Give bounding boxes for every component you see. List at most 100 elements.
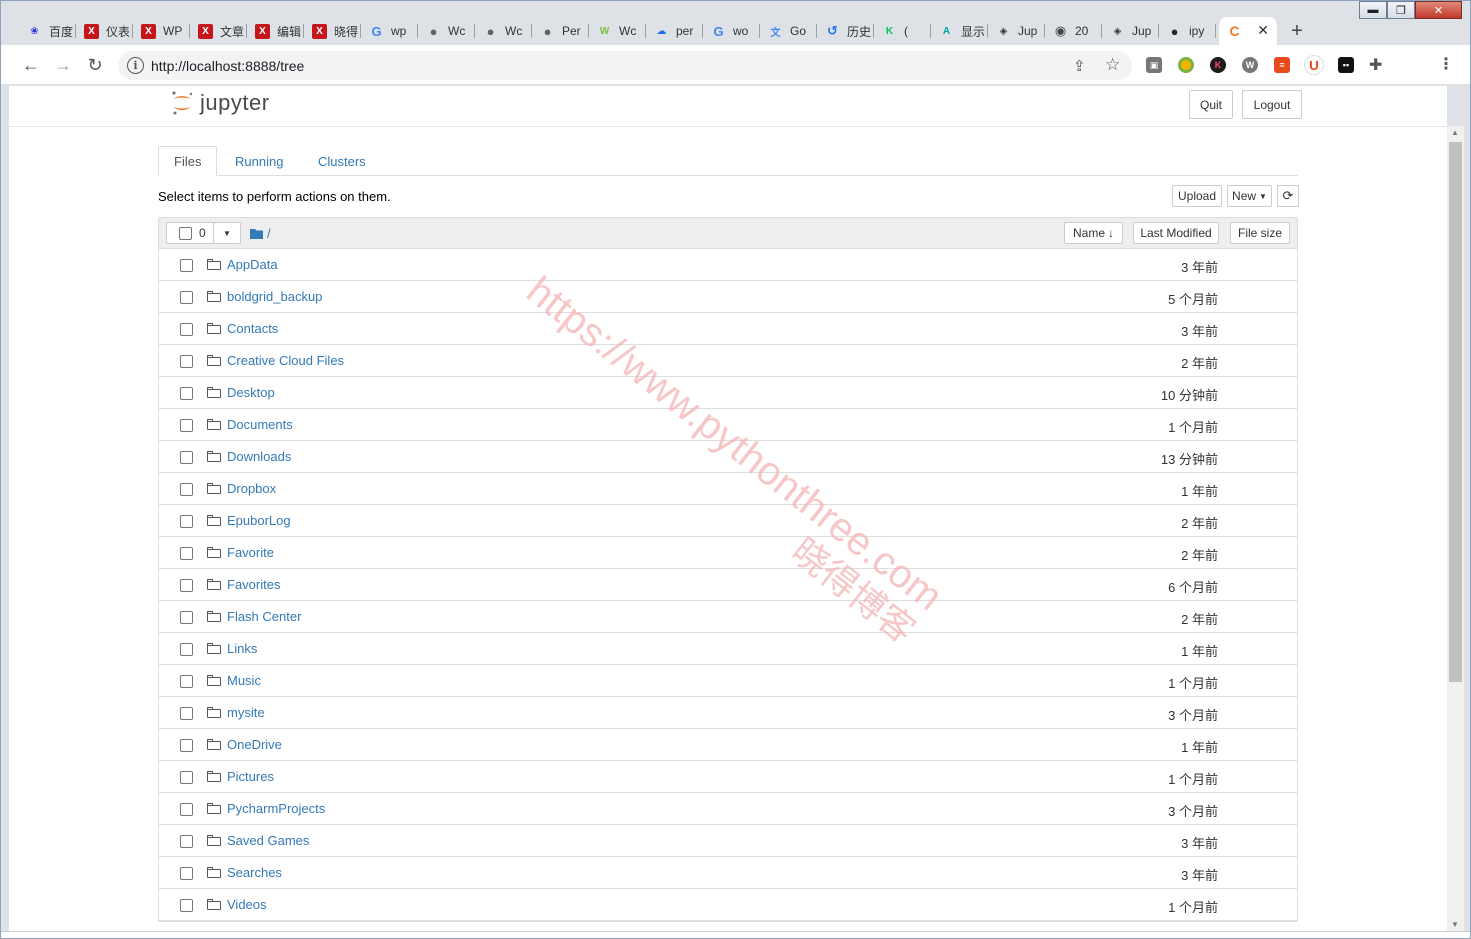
file-row[interactable]: Saved Games 3 年前 <box>159 825 1297 857</box>
file-name-link[interactable]: Links <box>227 641 257 656</box>
row-checkbox[interactable] <box>180 355 193 368</box>
close-tab-icon[interactable]: ✕ <box>1257 22 1269 39</box>
file-name-link[interactable]: Documents <box>227 417 293 432</box>
file-name-link[interactable]: Videos <box>227 897 267 912</box>
browser-tab[interactable]: X 文章 <box>190 17 247 45</box>
u-extension-icon[interactable]: U <box>1304 55 1324 75</box>
row-checkbox[interactable] <box>180 643 193 656</box>
row-checkbox[interactable] <box>180 259 193 272</box>
file-row[interactable]: Music 1 个月前 <box>159 665 1297 697</box>
maximize-button[interactable]: ❐ <box>1387 1 1415 19</box>
browser-tab[interactable]: X 编辑 <box>247 17 304 45</box>
browser-tab[interactable]: ↺ 历史 <box>817 17 874 45</box>
file-name-link[interactable]: Creative Cloud Files <box>227 353 344 368</box>
file-name-link[interactable]: OneDrive <box>227 737 282 752</box>
file-row[interactable]: AppData 3 年前 <box>159 249 1297 281</box>
row-checkbox[interactable] <box>180 291 193 304</box>
site-info-icon[interactable]: i <box>127 57 144 74</box>
wordpress-extension-icon[interactable]: W <box>1242 57 1258 73</box>
file-name-link[interactable]: Favorites <box>227 577 280 592</box>
tab-clusters[interactable]: Clusters <box>303 146 381 176</box>
sort-file-size-button[interactable]: File size <box>1230 222 1290 244</box>
row-checkbox[interactable] <box>180 387 193 400</box>
row-checkbox[interactable] <box>180 899 193 912</box>
file-row[interactable]: Searches 3 年前 <box>159 857 1297 889</box>
file-name-link[interactable]: Contacts <box>227 321 278 336</box>
browser-tab[interactable]: W Wc <box>589 17 646 45</box>
camera-extension-icon[interactable]: ▣ <box>1146 57 1162 73</box>
sort-last-modified-button[interactable]: Last Modified <box>1133 222 1219 244</box>
file-row[interactable]: Desktop 10 分钟前 <box>159 377 1297 409</box>
file-name-link[interactable]: AppData <box>227 257 278 272</box>
file-name-link[interactable]: PycharmProjects <box>227 801 325 816</box>
file-row[interactable]: OneDrive 1 年前 <box>159 729 1297 761</box>
browser-tab[interactable]: ● Wc <box>418 17 475 45</box>
breadcrumb[interactable]: / <box>250 226 271 241</box>
file-row[interactable]: Favorite 2 年前 <box>159 537 1297 569</box>
browser-tab[interactable]: C ✕ <box>1219 17 1277 45</box>
file-row[interactable]: Contacts 3 年前 <box>159 313 1297 345</box>
reload-icon[interactable]: ↻ <box>81 51 109 79</box>
logout-button[interactable]: Logout <box>1242 90 1302 119</box>
close-window-button[interactable]: ✕ <box>1415 1 1462 19</box>
browser-menu-icon[interactable]: ⋮ <box>1438 54 1454 74</box>
file-row[interactable]: Pictures 1 个月前 <box>159 761 1297 793</box>
new-dropdown-button[interactable]: New ▼ <box>1227 185 1272 207</box>
file-row[interactable]: boldgrid_backup 5 个月前 <box>159 281 1297 313</box>
file-name-link[interactable]: Favorite <box>227 545 274 560</box>
select-all-checkbox[interactable] <box>179 226 192 240</box>
file-row[interactable]: Videos 1 个月前 <box>159 889 1297 921</box>
row-checkbox[interactable] <box>180 547 193 560</box>
file-row[interactable]: Creative Cloud Files 2 年前 <box>159 345 1297 377</box>
row-checkbox[interactable] <box>180 515 193 528</box>
file-row[interactable]: mysite 3 个月前 <box>159 697 1297 729</box>
refresh-icon[interactable]: ⟳ <box>1277 185 1299 207</box>
file-row[interactable]: Flash Center 2 年前 <box>159 601 1297 633</box>
circle-extension-icon[interactable] <box>1178 57 1194 73</box>
file-name-link[interactable]: EpuborLog <box>227 513 291 528</box>
browser-tab[interactable]: X 仪表 <box>76 17 133 45</box>
browser-tab[interactable]: ● Per <box>532 17 589 45</box>
select-dropdown-caret-icon[interactable]: ▼ <box>213 222 241 244</box>
file-name-link[interactable]: Desktop <box>227 385 275 400</box>
browser-tab[interactable]: X 晓得 <box>304 17 361 45</box>
minimize-button[interactable]: ▬ <box>1359 1 1387 19</box>
forward-icon[interactable]: → <box>49 51 77 79</box>
file-row[interactable]: Downloads 13 分钟前 <box>159 441 1297 473</box>
select-all-control[interactable]: 0 <box>166 222 214 244</box>
tab-running[interactable]: Running <box>220 146 298 176</box>
file-name-link[interactable]: mysite <box>227 705 265 720</box>
browser-tab[interactable]: K( <box>874 17 931 45</box>
scroll-up-icon[interactable]: ▲ <box>1451 128 1459 137</box>
row-checkbox[interactable] <box>180 483 193 496</box>
breadcrumb-root[interactable]: / <box>267 226 271 241</box>
browser-tab[interactable]: ☁ per <box>646 17 703 45</box>
row-checkbox[interactable] <box>180 803 193 816</box>
back-icon[interactable]: ← <box>17 51 45 79</box>
browser-tab[interactable]: ◈ Jup <box>988 17 1045 45</box>
row-checkbox[interactable] <box>180 707 193 720</box>
browser-tab[interactable]: 文 Go <box>760 17 817 45</box>
url-text[interactable]: http://localhost:8888/tree <box>151 58 304 74</box>
upload-button[interactable]: Upload <box>1172 185 1222 207</box>
new-tab-button[interactable]: + <box>1284 18 1310 44</box>
browser-tab[interactable]: Gwp <box>361 17 418 45</box>
scroll-down-icon[interactable]: ▼ <box>1451 920 1459 929</box>
browser-tab[interactable]: X WP <box>133 17 190 45</box>
row-checkbox[interactable] <box>180 579 193 592</box>
scrollbar-thumb[interactable] <box>1449 142 1462 682</box>
bookmark-star-icon[interactable]: ☆ <box>1105 55 1120 75</box>
row-checkbox[interactable] <box>180 771 193 784</box>
k-extension-icon[interactable]: K <box>1210 57 1226 73</box>
file-row[interactable]: EpuborLog 2 年前 <box>159 505 1297 537</box>
file-row[interactable]: Documents 1 个月前 <box>159 409 1297 441</box>
tab-extension-icon[interactable]: ▪▪ <box>1338 57 1354 73</box>
sort-name-button[interactable]: Name ↓ <box>1064 222 1123 244</box>
lock-extension-icon[interactable]: ≡ <box>1274 57 1290 73</box>
jupyter-logo[interactable]: jupyter <box>170 90 270 116</box>
file-name-link[interactable]: boldgrid_backup <box>227 289 322 304</box>
row-checkbox[interactable] <box>180 419 193 432</box>
browser-tab[interactable]: Gwo <box>703 17 760 45</box>
file-name-link[interactable]: Downloads <box>227 449 291 464</box>
file-row[interactable]: PycharmProjects 3 个月前 <box>159 793 1297 825</box>
